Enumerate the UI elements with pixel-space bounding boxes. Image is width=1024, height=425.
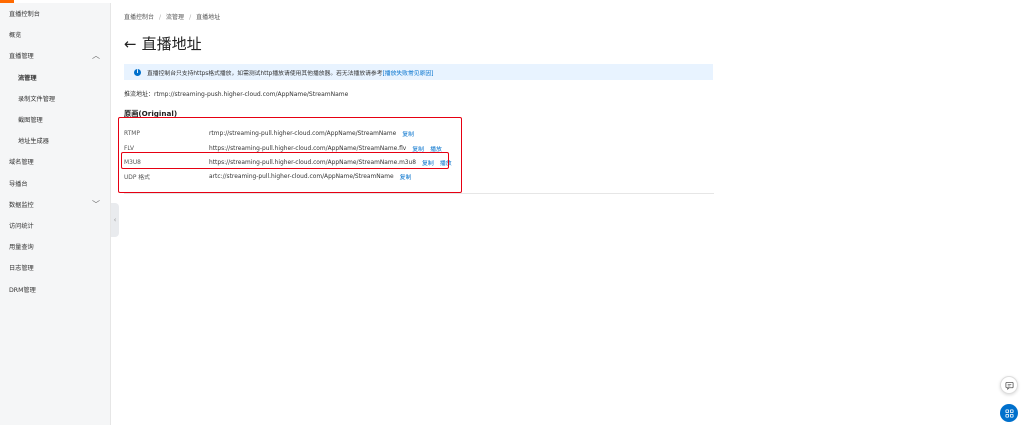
- sidebar-item-overview[interactable]: 概览: [0, 24, 110, 45]
- breadcrumb-item[interactable]: 直播控制台: [124, 14, 154, 21]
- breadcrumb-separator: /: [159, 14, 162, 21]
- push-address: 推流地址：rtmp://streaming-push.higher-cloud.…: [124, 89, 348, 98]
- sidebar-group-live-management[interactable]: 直播管理 ︿: [0, 45, 110, 66]
- info-icon: i: [134, 68, 141, 76]
- chat-icon: [1004, 381, 1014, 390]
- feedback-chat-button[interactable]: [1000, 376, 1018, 394]
- sidebar-item-label: 域名管理: [9, 159, 34, 167]
- notice-text: 直播控制台只支持https格式播放，如需测试http播放请使用其他播放器。若无法…: [147, 70, 383, 77]
- sidebar-item-label: 导播台: [9, 180, 28, 188]
- sidebar-item-logs[interactable]: 日志管理: [0, 257, 110, 278]
- main-content: 直播控制台 / 流管理 / 直播地址 ← 直播地址 i 直播控制台只支持https格式播…: [111, 3, 1024, 425]
- breadcrumb-item-current: 直播地址: [196, 14, 221, 21]
- sidebar-item-label: 截图管理: [18, 117, 43, 125]
- sidebar: 直播控制台 概览 直播管理 ︿ 流管理 录制文件管理 截图管理 地址生成器 域名管…: [0, 3, 111, 425]
- page-title-text: 直播地址: [141, 35, 202, 53]
- sidebar-item-label: 直播管理: [9, 53, 34, 61]
- sidebar-item-label: 地址生成器: [18, 138, 49, 146]
- apps-menu-button[interactable]: [1000, 404, 1018, 422]
- chevron-down-icon: ﹀: [92, 199, 100, 209]
- sidebar-item-drm[interactable]: DRM管理: [0, 278, 110, 299]
- page-title: ← 直播地址: [124, 33, 202, 54]
- highlight-box-m3u8: [121, 152, 449, 169]
- sidebar-item-address-generator[interactable]: 地址生成器: [0, 130, 110, 151]
- sidebar-item-domains[interactable]: 域名管理: [0, 151, 110, 172]
- back-arrow-icon[interactable]: ←: [124, 35, 137, 53]
- sidebar-item-label: 用量查询: [9, 244, 34, 252]
- sidebar-item-director[interactable]: 导播台: [0, 173, 110, 194]
- sidebar-item-label: 访问统计: [9, 222, 34, 230]
- info-notice: i 直播控制台只支持https格式播放，如需测试http播放请使用其他播放器。若…: [124, 64, 713, 80]
- sidebar-item-label: 日志管理: [9, 265, 34, 273]
- apps-grid-icon: [1004, 408, 1014, 418]
- breadcrumb-item[interactable]: 流管理: [166, 14, 184, 21]
- sidebar-item-recordings[interactable]: 录制文件管理: [0, 88, 110, 109]
- chevron-up-icon: ︿: [92, 51, 100, 61]
- push-address-label: 推流地址：: [124, 91, 155, 98]
- section-divider: [124, 193, 714, 194]
- breadcrumb: 直播控制台 / 流管理 / 直播地址: [124, 12, 220, 21]
- breadcrumb-separator: /: [189, 14, 192, 21]
- sidebar-item-label: DRM管理: [9, 286, 36, 294]
- sidebar-item-usage[interactable]: 用量查询: [0, 236, 110, 257]
- sidebar-item-label: 流管理: [18, 74, 37, 82]
- notice-help-link[interactable]: [播放失败常见原因]: [383, 68, 434, 77]
- sidebar-item-label: 数据监控: [9, 201, 34, 209]
- sidebar-item-label: 概览: [9, 32, 22, 40]
- sidebar-item-access-stats[interactable]: 访问统计: [0, 215, 110, 236]
- sidebar-title[interactable]: 直播控制台: [0, 3, 110, 24]
- sidebar-group-monitoring[interactable]: 数据监控 ﹀: [0, 194, 110, 215]
- sidebar-item-label: 录制文件管理: [18, 95, 56, 103]
- sidebar-title-label: 直播控制台: [9, 11, 40, 19]
- sidebar-item-screenshots[interactable]: 截图管理: [0, 109, 110, 130]
- sidebar-item-stream-management[interactable]: 流管理: [0, 67, 110, 88]
- push-address-url: rtmp://streaming-push.higher-cloud.com/A…: [154, 91, 349, 98]
